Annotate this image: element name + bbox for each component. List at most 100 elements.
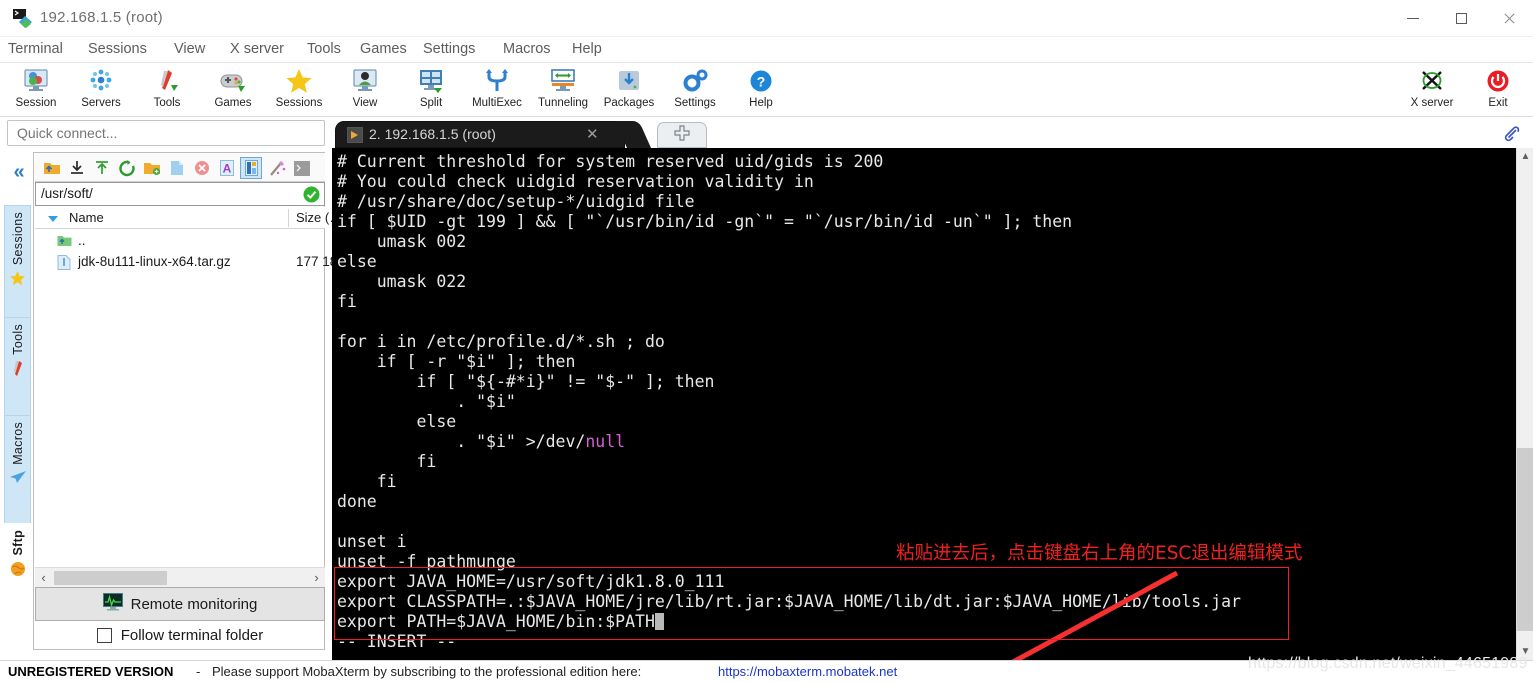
menu-terminal[interactable]: Terminal (8, 41, 63, 57)
terminal-icon[interactable] (291, 157, 313, 179)
follow-terminal-folder-label: Follow terminal folder (120, 626, 264, 644)
new-tab-button[interactable] (657, 122, 707, 148)
delete-icon[interactable] (191, 157, 213, 179)
split-icon (418, 66, 444, 96)
sidebar-tab-sessions[interactable]: Sessions (4, 205, 31, 317)
refresh-icon[interactable] (116, 157, 138, 179)
csdn-watermark: https://blog.csdn.net/weixin_44651989 (1248, 655, 1528, 672)
scroll-thumb[interactable] (54, 570, 167, 585)
scroll-right-arrow-icon[interactable]: › (308, 570, 325, 585)
file-name: jdk-8u111-linux-x64.tar.gz (78, 254, 231, 269)
status-dash: - (196, 664, 201, 679)
sidebar-tab-sftp[interactable]: Sftp (4, 523, 31, 593)
menu-help[interactable]: Help (572, 41, 602, 57)
toolbar-tools-label: Tools (153, 97, 181, 109)
new-file-icon[interactable] (166, 157, 188, 179)
toolbar-multiexec-label: MultiExec (472, 97, 522, 109)
plus-tab-icon (674, 124, 690, 146)
go-up-folder-icon[interactable] (41, 157, 63, 179)
toolbar-split-label: Split (419, 97, 443, 109)
multiexec-icon (484, 66, 510, 96)
tunneling-icon (550, 66, 576, 96)
menu-view[interactable]: View (174, 41, 205, 57)
servers-icon (88, 66, 114, 96)
magic-wand-icon[interactable] (266, 157, 288, 179)
terminal-line: # Current threshold for system reserved … (337, 152, 884, 171)
terminal-tab-active[interactable]: 2. 192.168.1.5 (root) ✕ (335, 121, 625, 148)
toolbar-sessions[interactable]: Sessions (265, 66, 333, 116)
upload-icon[interactable] (91, 157, 113, 179)
remote-monitoring-button[interactable]: Remote monitoring (35, 587, 325, 621)
toolbar-x-server[interactable]: X server (1398, 66, 1466, 116)
window-title: 192.168.1.5 (root) (40, 9, 163, 26)
terminal-line: fi (337, 292, 357, 311)
minimize-button[interactable] (1389, 0, 1437, 37)
toolbar-tunneling[interactable]: Tunneling (529, 66, 597, 116)
scroll-left-arrow-icon[interactable]: ‹ (35, 570, 52, 585)
toolbar-exit-label: Exit (1488, 97, 1508, 109)
follow-terminal-folder-checkbox[interactable] (96, 627, 112, 643)
sidebar-tab-macros[interactable]: Macros (4, 415, 31, 523)
text-mode-icon[interactable]: A (216, 157, 238, 179)
sort-arrow-icon[interactable] (48, 216, 58, 222)
toolbar-split[interactable]: Split (397, 66, 465, 116)
sidebar-tab-sftp-label: Sftp (10, 530, 25, 556)
menu-macros[interactable]: Macros (503, 41, 551, 57)
toolbar-view[interactable]: View (331, 66, 399, 116)
scroll-up-arrow-icon[interactable]: ▲ (1517, 148, 1533, 165)
path-text: /usr/soft/ (41, 186, 93, 201)
quick-connect-input[interactable] (7, 120, 325, 146)
view-icon (352, 66, 378, 96)
maximize-button[interactable] (1437, 0, 1485, 37)
toolbar-multiexec[interactable]: MultiExec (463, 66, 531, 116)
games-icon (219, 66, 247, 96)
toolbar-session[interactable]: Session (2, 66, 70, 116)
title-bar: 192.168.1.5 (root) (0, 0, 1533, 37)
mobaxterm-link[interactable]: https://mobaxterm.mobatek.net (718, 664, 897, 679)
exit-power-icon (1486, 66, 1510, 96)
status-message: Please support MobaXterm by subscribing … (212, 664, 642, 679)
annotation-highlight-box (334, 567, 1289, 640)
toolbar-games-label: Games (214, 97, 252, 109)
parent-folder-icon (57, 234, 72, 249)
menu-sessions[interactable]: Sessions (88, 41, 147, 57)
terminal-line: umask 022 (337, 272, 467, 291)
horizontal-scrollbar[interactable]: ‹ › (35, 567, 325, 587)
menu-tools[interactable]: Tools (307, 41, 341, 57)
terminal-area: 2. 192.168.1.5 (root) ✕ # Current thresh… (332, 117, 1533, 660)
table-row[interactable]: jdk-8u111-linux-x64.tar.gz 177 18 (35, 252, 337, 273)
double-chevron-left-icon[interactable]: « (8, 161, 30, 185)
paperclip-icon[interactable] (1500, 123, 1520, 148)
follow-terminal-folder-row[interactable]: Follow terminal folder (35, 621, 325, 649)
menu-games[interactable]: Games (360, 41, 407, 57)
toolbar-tools[interactable]: Tools (133, 66, 201, 116)
terminal-tab-icon (347, 127, 363, 143)
scroll-thumb[interactable] (1517, 448, 1533, 631)
toolbar-servers[interactable]: Servers (67, 66, 135, 116)
sidebar-tab-tools[interactable]: Tools (4, 317, 31, 415)
toolbar-help[interactable]: ? Help (727, 66, 795, 116)
download-icon[interactable] (66, 157, 88, 179)
path-field[interactable]: /usr/soft/ (35, 182, 325, 206)
close-icon[interactable]: ✕ (586, 125, 599, 143)
green-check-icon[interactable] (303, 186, 320, 203)
binary-mode-icon[interactable] (240, 157, 262, 179)
toolbar-help-label: Help (749, 97, 773, 109)
toolbar-settings[interactable]: Settings (661, 66, 729, 116)
column-header-name[interactable]: Name (69, 210, 104, 225)
new-folder-icon[interactable] (141, 157, 163, 179)
terminal-line: # /usr/share/doc/setup-*/uidgid file (337, 192, 695, 211)
table-row[interactable]: .. (35, 231, 325, 252)
close-button[interactable] (1485, 0, 1533, 37)
menu-settings[interactable]: Settings (423, 41, 475, 57)
left-panel: « Sessions Tools Macros (0, 117, 342, 660)
toolbar-packages[interactable]: Packages (595, 66, 663, 116)
toolbar-games[interactable]: Games (199, 66, 267, 116)
file-list-header: Name Size (… (35, 207, 342, 229)
column-divider (288, 209, 289, 227)
toolbar-exit[interactable]: Exit (1464, 66, 1532, 116)
terminal-output[interactable]: # Current threshold for system reserved … (332, 148, 1533, 660)
menu-x-server[interactable]: X server (230, 41, 284, 57)
terminal-vertical-scrollbar[interactable]: ▲ ▼ (1516, 148, 1533, 660)
terminal-line: for i in /etc/profile.d/*.sh ; do (337, 332, 665, 351)
